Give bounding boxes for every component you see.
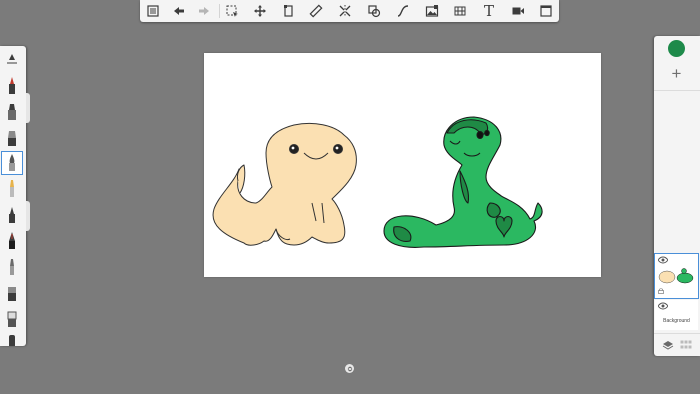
pencil-brush[interactable] bbox=[2, 75, 22, 97]
marker-brush[interactable] bbox=[2, 101, 22, 123]
layers-panel: + Background bbox=[654, 36, 700, 356]
ink-pen-brush[interactable] bbox=[2, 204, 22, 226]
top-toolbar: T bbox=[140, 0, 559, 22]
background-layer[interactable]: Background bbox=[655, 300, 698, 330]
snake-drawing bbox=[383, 116, 543, 248]
canvas-icon[interactable] bbox=[537, 3, 555, 19]
image-icon[interactable] bbox=[423, 3, 441, 19]
perspective-icon[interactable] bbox=[451, 3, 469, 19]
copy-paste-icon[interactable] bbox=[279, 3, 297, 19]
selection-icon[interactable] bbox=[223, 3, 241, 19]
layer-thumbnail-preview bbox=[658, 268, 694, 284]
eraser-brush[interactable] bbox=[2, 308, 22, 330]
redo-icon[interactable] bbox=[195, 3, 213, 19]
menu-icon[interactable] bbox=[144, 3, 162, 19]
brush-size-slider[interactable] bbox=[2, 48, 22, 70]
layer-1-thumbnail[interactable] bbox=[654, 253, 699, 299]
ruler-icon[interactable] bbox=[307, 3, 325, 19]
add-layer-icon[interactable]: + bbox=[668, 65, 685, 82]
block-brush[interactable] bbox=[2, 332, 22, 346]
canvas-artwork bbox=[212, 116, 543, 248]
transform-icon[interactable] bbox=[251, 3, 269, 19]
bottom-handle-icon[interactable] bbox=[345, 364, 354, 373]
eye-icon[interactable] bbox=[658, 302, 668, 310]
paintbrush-brush[interactable] bbox=[1, 151, 23, 175]
smudge-brush[interactable] bbox=[2, 282, 22, 304]
video-icon[interactable] bbox=[509, 3, 527, 19]
curve-icon[interactable] bbox=[394, 3, 412, 19]
symmetry-icon[interactable] bbox=[336, 3, 354, 19]
eye-icon[interactable] bbox=[658, 256, 668, 264]
layers-icon[interactable] bbox=[662, 340, 674, 350]
fountain-pen-brush[interactable] bbox=[2, 230, 22, 252]
airbrush-brush[interactable] bbox=[2, 127, 22, 149]
lizard-drawing bbox=[212, 122, 357, 246]
brush-panel-handle-top[interactable] bbox=[26, 93, 30, 123]
grid-icon[interactable] bbox=[680, 340, 692, 350]
drawing-canvas[interactable] bbox=[204, 53, 601, 277]
chisel-pen-brush[interactable] bbox=[2, 256, 22, 278]
brush-palette bbox=[0, 46, 26, 346]
color-puck[interactable] bbox=[668, 40, 685, 57]
layer-lock-icon bbox=[658, 288, 664, 294]
background-layer-label: Background bbox=[663, 318, 690, 324]
felt-pen-brush[interactable] bbox=[2, 178, 22, 200]
text-icon[interactable]: T bbox=[480, 2, 498, 20]
shape-icon[interactable] bbox=[365, 3, 383, 19]
brush-panel-handle-bottom[interactable] bbox=[26, 201, 30, 231]
undo-icon[interactable] bbox=[170, 3, 188, 19]
